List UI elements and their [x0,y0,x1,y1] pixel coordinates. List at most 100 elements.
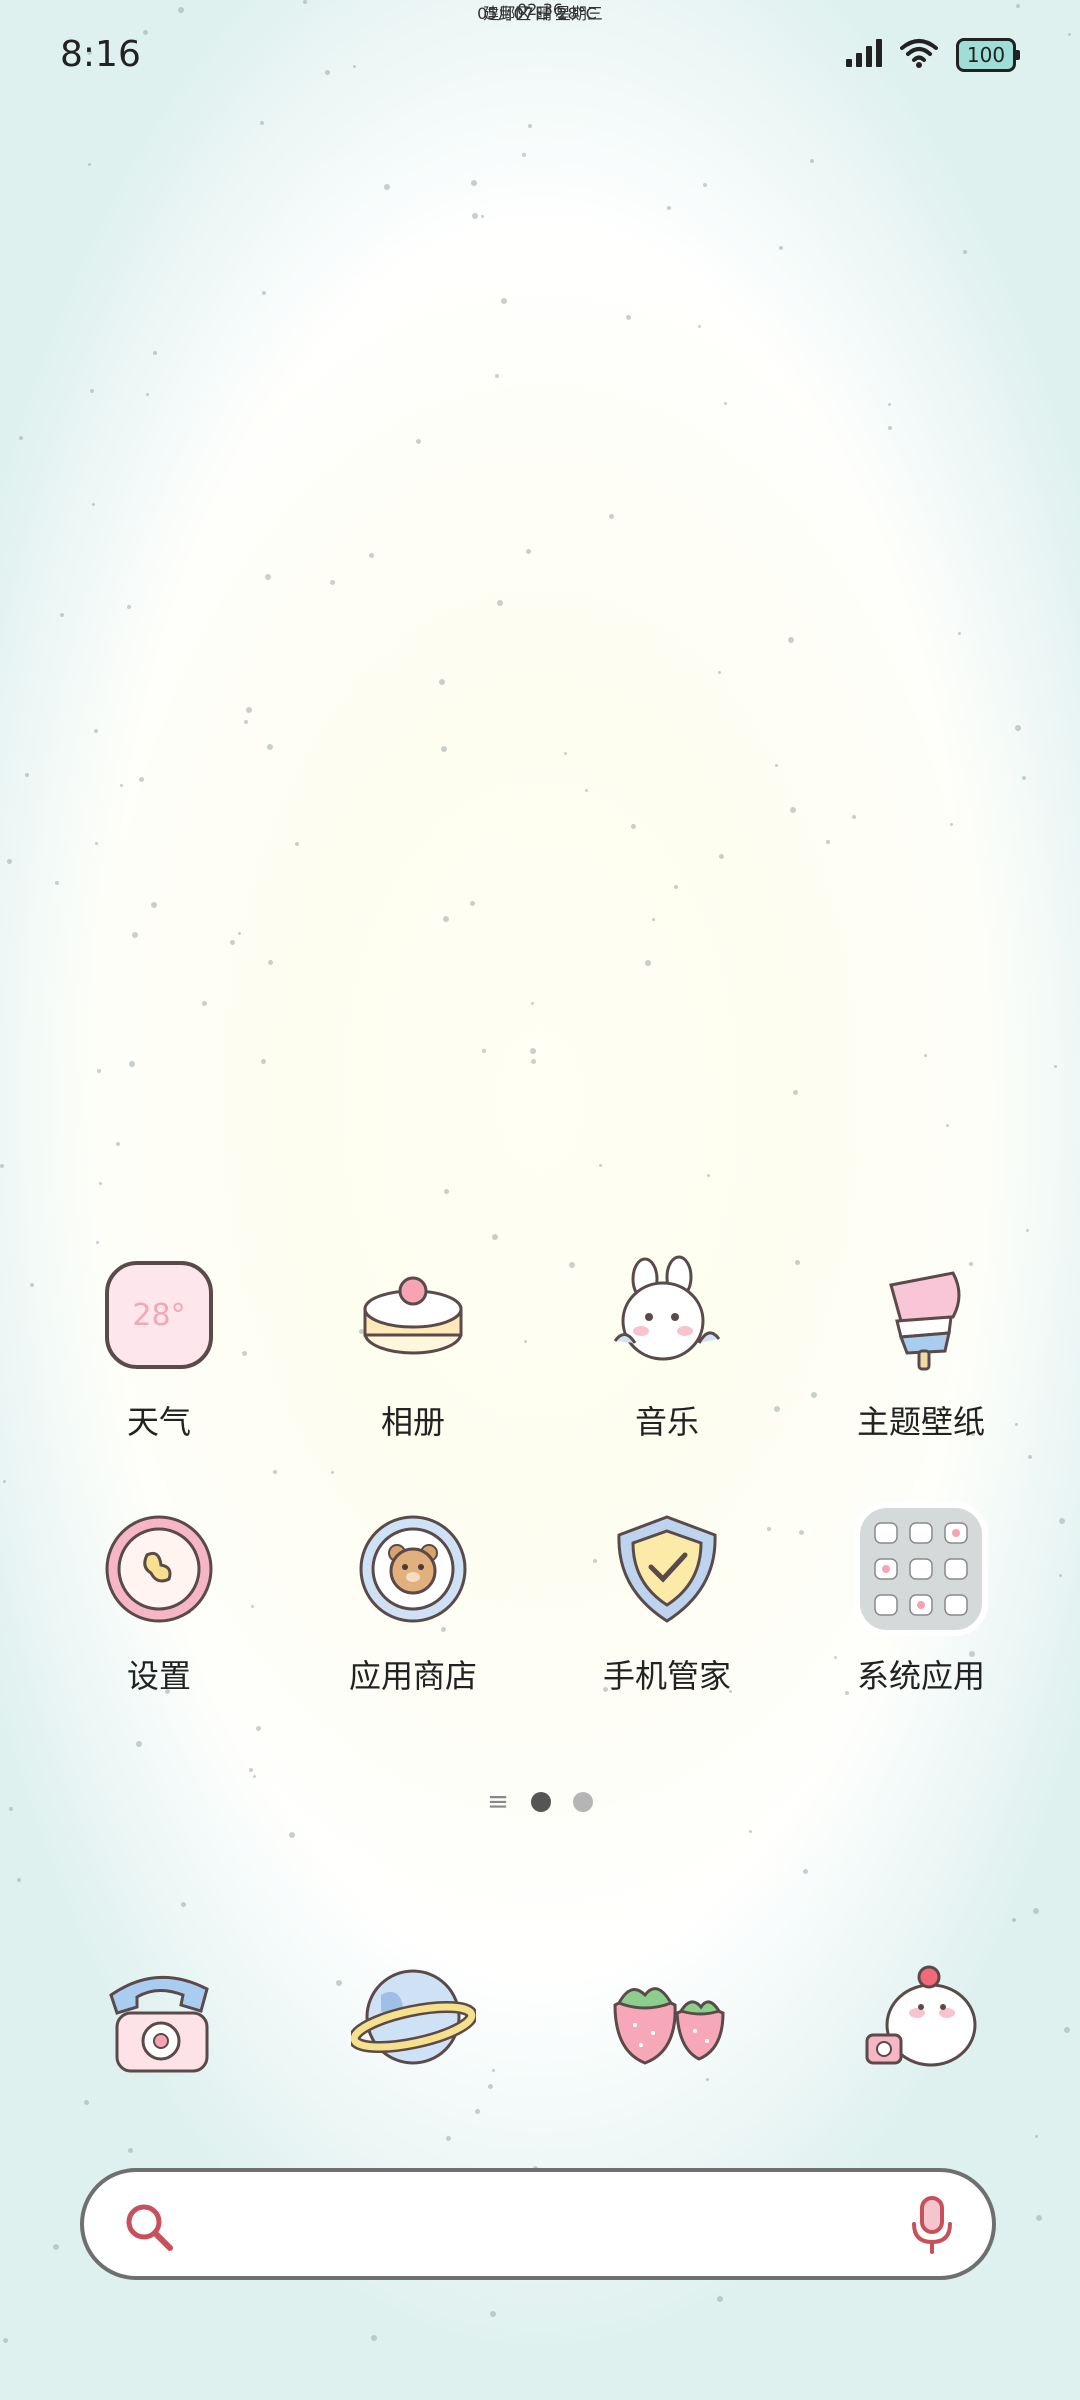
app-settings[interactable]: 设置 [59,1509,259,1697]
wallpaper-speck [719,854,724,859]
wallpaper-speck [273,1470,277,1474]
wallpaper-speck [331,1471,334,1474]
app-themes[interactable]: 主题壁纸 [821,1255,1021,1443]
wallpaper-speck [531,1059,536,1064]
status-time: 8:16 [60,34,141,75]
wallpaper-speck [3,2338,8,2343]
dock-phone[interactable] [59,1955,259,2080]
battery-icon: 100 [956,38,1020,72]
wallpaper-speck [1033,1908,1039,1914]
page-dot-active[interactable] [530,1792,551,1812]
wallpaper-speck [1064,2027,1070,2033]
wallpaper-speck [151,902,157,908]
app-label: 系统应用 [856,1657,985,1695]
wallpaper-speck [767,1527,771,1531]
wallpaper-speck [92,503,95,506]
wallpaper-speck [439,679,445,685]
wallpaper-speck [811,1392,817,1398]
wallpaper-speck [120,784,123,787]
wallpaper-speck [779,246,783,250]
app-weather[interactable]: 28° 天气 [59,1255,259,1443]
app-label: 手机管家 [602,1657,731,1695]
wallpaper-speck [253,1775,256,1778]
wallpaper-speck [528,124,532,128]
wallpaper-speck [153,351,157,355]
wallpaper-speck [1035,2135,1038,2138]
wallpaper-speck [260,121,264,125]
wallpaper-speck [246,707,252,713]
wallpaper-speck [265,574,271,580]
wallpaper-speck [698,325,701,328]
page-dot[interactable] [572,1792,593,1812]
wallpaper-speck [1059,1574,1062,1577]
wallpaper-speck [724,402,727,405]
wallpaper-speck [289,1832,295,1838]
wallpaper-speck [599,1164,602,1167]
wallpaper-speck [371,2335,377,2341]
app-music[interactable]: 音乐 [567,1255,767,1443]
app-label: 设置 [126,1657,191,1695]
weather-badge: 28° [132,1298,185,1333]
search-bar[interactable] [80,2168,996,2280]
status-icons: 100 [846,38,1020,72]
wallpaper-speck [1022,776,1026,780]
page-indicator[interactable]: ≡ [0,1789,1080,1815]
wallpaper-speck [707,1174,710,1177]
wallpaper-speck [261,1059,266,1064]
wallpaper-speck [526,549,531,554]
wallpaper-speck [501,298,507,304]
wallpaper-speck [495,374,499,378]
wallpaper-speck [471,180,477,186]
wallpaper-speck [482,1049,486,1053]
wallpaper-speck [181,1902,186,1907]
wallpaper-speck [99,1182,102,1185]
app-label: 主题壁纸 [856,1403,985,1441]
wallpaper-speck [652,918,655,921]
app-drawer-icon[interactable]: ≡ [487,1789,509,1815]
wallpaper-speck [202,1001,207,1006]
wallpaper-speck [116,1142,120,1146]
search-icon[interactable] [122,2200,176,2258]
wallpaper-speck [129,1061,135,1067]
wallpaper-speck [488,2084,493,2089]
folder-system-apps[interactable]: 系统应用 [821,1502,1021,1697]
microphone-icon[interactable] [908,2196,956,2260]
wallpaper-speck [718,671,721,674]
dock-browser[interactable] [313,1955,513,2080]
wallpaper-speck [1012,1918,1016,1922]
wallpaper-speck [55,881,59,885]
dock-messages[interactable] [567,1955,767,2080]
wallpaper-speck [481,215,484,218]
bunny-music-icon [613,1255,721,1361]
wallpaper-speck [60,613,64,617]
wallpaper-speck [244,720,248,724]
app-phone-manager[interactable]: 手机管家 [567,1509,767,1697]
wallpaper-speck [443,916,449,922]
bunny-camera-icon [865,1965,976,2067]
wallpaper-speck [674,885,678,889]
weather-icon: 28° [105,1261,213,1369]
wallpaper-speck [497,600,503,606]
wallpaper-speck [146,393,149,396]
wallpaper-speck [3,1480,6,1483]
wallpaper-speck [475,2109,480,2114]
app-label: 天气 [126,1403,191,1441]
wallpaper-speck [132,932,138,938]
wallpaper-speck [267,744,273,750]
wallpaper-speck [522,153,526,157]
wallpaper-speck [531,1002,534,1005]
wallpaper-speck [446,2136,451,2141]
wallpaper-speck [96,1241,99,1244]
wallpaper-speck [774,1406,780,1412]
wallpaper-speck [788,637,794,643]
wallpaper-speck [888,426,892,430]
wallpaper-speck [472,213,478,219]
wifi-icon [900,38,938,72]
wallpaper-speck [950,823,953,826]
app-gallery[interactable]: 相册 [313,1255,513,1443]
app-store[interactable]: 应用商店 [313,1509,513,1697]
wallpaper-speck [1059,1518,1065,1524]
dock-camera[interactable] [821,1955,1021,2080]
telephone-icon [108,1975,209,2073]
search-input[interactable] [194,2192,878,2258]
